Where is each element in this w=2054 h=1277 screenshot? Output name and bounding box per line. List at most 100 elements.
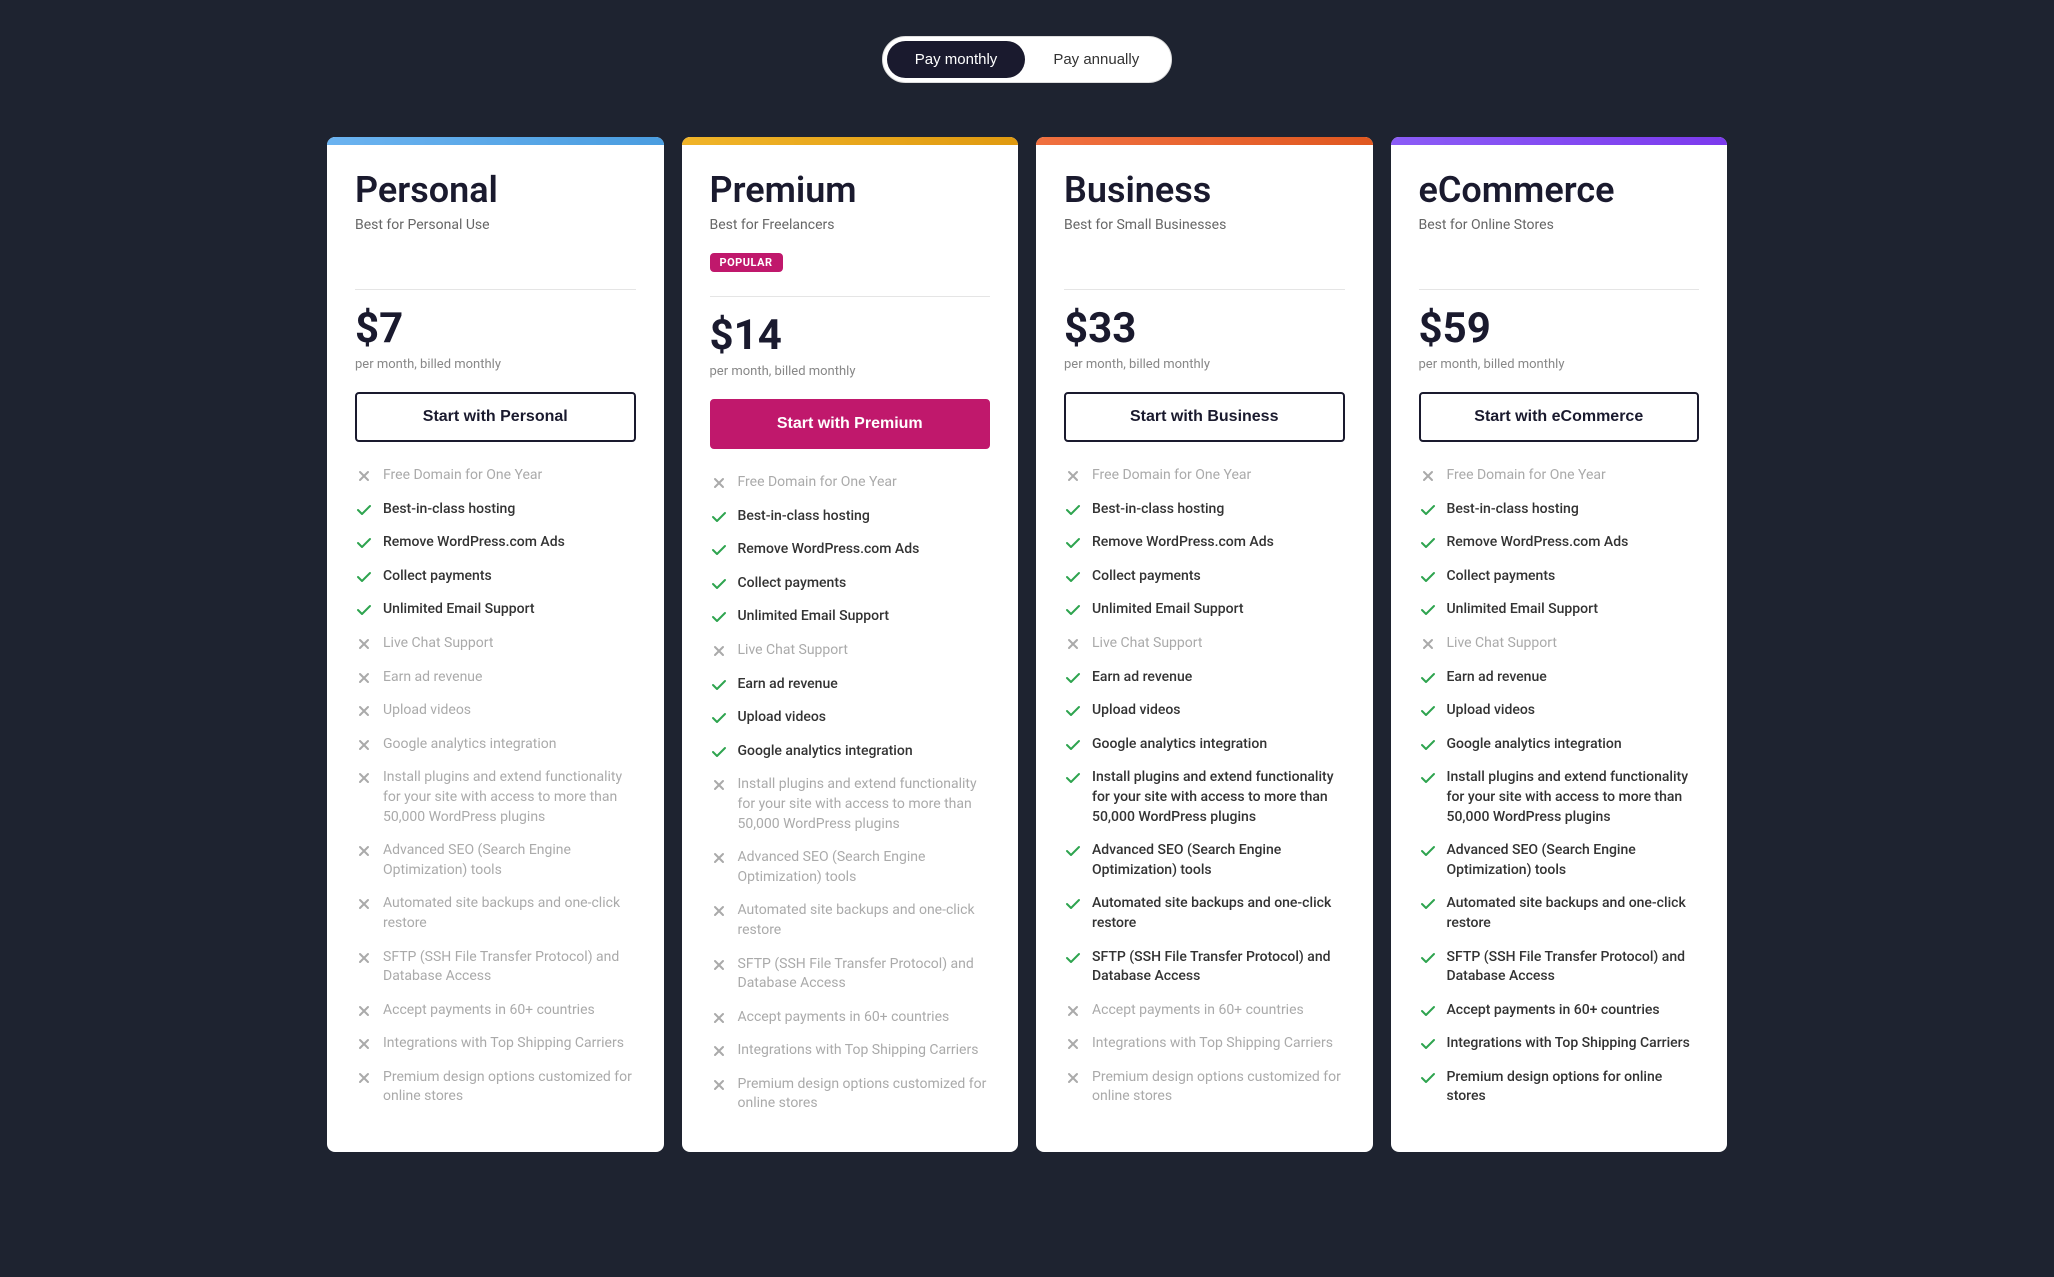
check-icon: [355, 568, 373, 586]
list-item: Integrations with Top Shipping Carriers: [355, 1034, 636, 1054]
feature-text: Install plugins and extend functionality…: [1092, 768, 1345, 827]
list-item: Collect payments: [1064, 567, 1345, 587]
cross-icon: [355, 635, 373, 653]
feature-text: SFTP (SSH File Transfer Protocol) and Da…: [738, 955, 991, 994]
list-item: Remove WordPress.com Ads: [710, 540, 991, 560]
check-icon: [710, 743, 728, 761]
check-icon: [1419, 736, 1437, 754]
list-item: Earn ad revenue: [355, 668, 636, 688]
list-item: Remove WordPress.com Ads: [1419, 533, 1700, 553]
cross-icon: [355, 842, 373, 860]
feature-text: Earn ad revenue: [383, 668, 482, 688]
feature-text: Premium design options for online stores: [1447, 1068, 1700, 1107]
check-icon: [355, 534, 373, 552]
plans-container: PersonalBest for Personal Use$7per month…: [327, 137, 1727, 1152]
list-item: Automated site backups and one-click res…: [710, 901, 991, 940]
list-item: Best-in-class hosting: [1064, 500, 1345, 520]
feature-text: Earn ad revenue: [738, 675, 838, 695]
plan-cta-button-personal[interactable]: Start with Personal: [355, 392, 636, 442]
list-item: SFTP (SSH File Transfer Protocol) and Da…: [710, 955, 991, 994]
check-icon: [1064, 949, 1082, 967]
check-icon: [1064, 534, 1082, 552]
check-icon: [1419, 1035, 1437, 1053]
feature-text: Best-in-class hosting: [1092, 500, 1224, 520]
check-icon: [1419, 1069, 1437, 1087]
cross-icon: [355, 895, 373, 913]
feature-text: Live Chat Support: [383, 634, 493, 654]
plan-name-personal: Personal: [355, 169, 636, 211]
plan-cta-button-ecommerce[interactable]: Start with eCommerce: [1419, 392, 1700, 442]
feature-text: Integrations with Top Shipping Carriers: [1092, 1034, 1333, 1054]
popular-badge-premium: POPULAR: [710, 253, 783, 272]
check-icon: [1064, 736, 1082, 754]
check-icon: [1419, 669, 1437, 687]
list-item: Upload videos: [355, 701, 636, 721]
feature-text: Best-in-class hosting: [383, 500, 515, 520]
list-item: Install plugins and extend functionality…: [1419, 768, 1700, 827]
features-list-ecommerce: Free Domain for One Year Best-in-class ho…: [1419, 466, 1700, 1107]
cross-icon: [355, 1069, 373, 1087]
feature-text: Remove WordPress.com Ads: [383, 533, 565, 553]
plan-top-bar-ecommerce: [1391, 137, 1728, 145]
check-icon: [1064, 501, 1082, 519]
check-icon: [1419, 702, 1437, 720]
cross-icon: [1064, 1002, 1082, 1020]
plan-card-personal: PersonalBest for Personal Use$7per month…: [327, 137, 664, 1152]
feature-text: Free Domain for One Year: [1447, 466, 1606, 486]
feature-text: Accept payments in 60+ countries: [383, 1001, 595, 1021]
feature-text: Premium design options customized for on…: [383, 1068, 636, 1107]
list-item: Premium design options customized for on…: [710, 1075, 991, 1114]
plan-name-business: Business: [1064, 169, 1345, 211]
check-icon: [1064, 601, 1082, 619]
feature-text: Upload videos: [383, 701, 471, 721]
feature-text: SFTP (SSH File Transfer Protocol) and Da…: [1092, 948, 1345, 987]
plan-price-note-business: per month, billed monthly: [1064, 357, 1345, 372]
check-icon: [1064, 769, 1082, 787]
feature-text: Earn ad revenue: [1447, 668, 1547, 688]
pay-monthly-button[interactable]: Pay monthly: [887, 41, 1026, 78]
cross-icon: [710, 776, 728, 794]
list-item: Live Chat Support: [710, 641, 991, 661]
feature-text: Remove WordPress.com Ads: [738, 540, 920, 560]
plan-cta-button-business[interactable]: Start with Business: [1064, 392, 1345, 442]
list-item: Upload videos: [710, 708, 991, 728]
feature-text: Accept payments in 60+ countries: [1447, 1001, 1660, 1021]
check-icon: [710, 608, 728, 626]
feature-text: Earn ad revenue: [1092, 668, 1192, 688]
list-item: Automated site backups and one-click res…: [1064, 894, 1345, 933]
feature-text: Remove WordPress.com Ads: [1092, 533, 1274, 553]
check-icon: [1419, 601, 1437, 619]
list-item: Integrations with Top Shipping Carriers: [1419, 1034, 1700, 1054]
list-item: Advanced SEO (Search Engine Optimization…: [1064, 841, 1345, 880]
check-icon: [1419, 534, 1437, 552]
check-icon: [1419, 568, 1437, 586]
feature-text: Automated site backups and one-click res…: [738, 901, 991, 940]
cross-icon: [710, 1076, 728, 1094]
cross-icon: [1064, 1035, 1082, 1053]
check-icon: [1064, 669, 1082, 687]
feature-text: Integrations with Top Shipping Carriers: [1447, 1034, 1690, 1054]
plan-price-note-ecommerce: per month, billed monthly: [1419, 357, 1700, 372]
list-item: Install plugins and extend functionality…: [1064, 768, 1345, 827]
plan-cta-button-premium[interactable]: Start with Premium: [710, 399, 991, 449]
list-item: Free Domain for One Year: [355, 466, 636, 486]
pay-annually-button[interactable]: Pay annually: [1025, 41, 1167, 78]
list-item: SFTP (SSH File Transfer Protocol) and Da…: [1064, 948, 1345, 987]
list-item: Free Domain for One Year: [1419, 466, 1700, 486]
feature-text: Collect payments: [738, 574, 847, 594]
list-item: Google analytics integration: [710, 742, 991, 762]
plan-name-premium: Premium: [710, 169, 991, 211]
list-item: Live Chat Support: [1419, 634, 1700, 654]
feature-text: Integrations with Top Shipping Carriers: [738, 1041, 979, 1061]
feature-text: Advanced SEO (Search Engine Optimization…: [383, 841, 636, 880]
plan-price-personal: $7: [355, 304, 636, 353]
feature-text: Best-in-class hosting: [1447, 500, 1579, 520]
check-icon: [710, 575, 728, 593]
cross-icon: [355, 669, 373, 687]
plan-price-business: $33: [1064, 304, 1345, 353]
list-item: Install plugins and extend functionality…: [355, 768, 636, 827]
feature-text: Unlimited Email Support: [383, 600, 535, 620]
cross-icon: [1419, 635, 1437, 653]
list-item: Google analytics integration: [1064, 735, 1345, 755]
cross-icon: [710, 1042, 728, 1060]
